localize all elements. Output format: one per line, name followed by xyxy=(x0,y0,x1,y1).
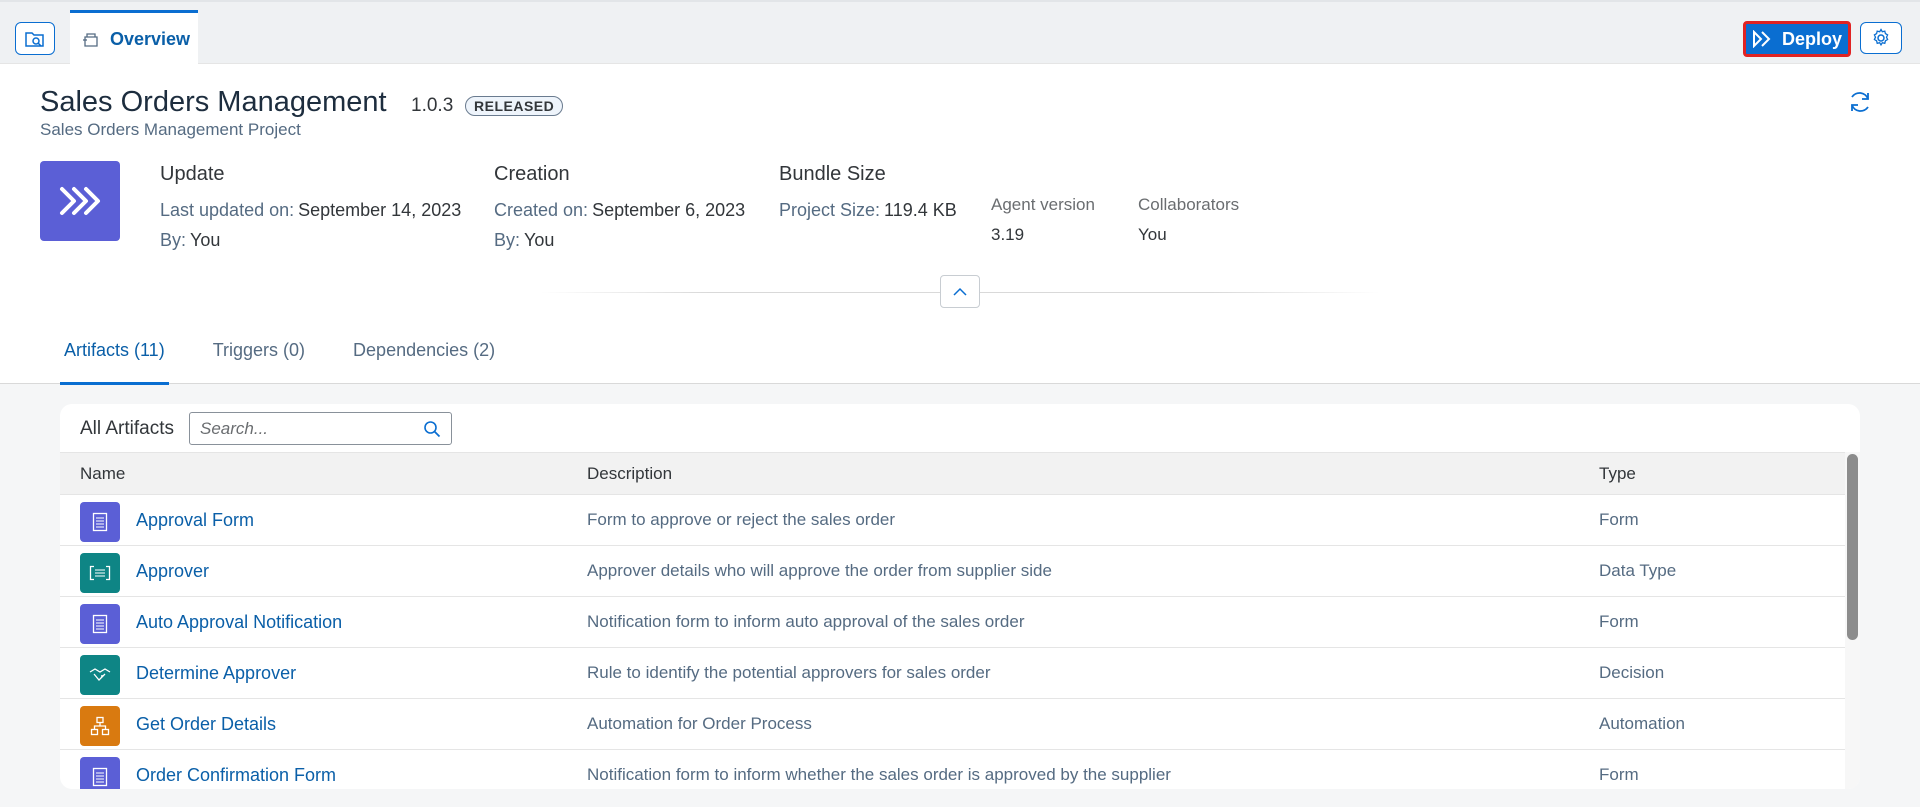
table-row[interactable]: Approval Form Form to approve or reject … xyxy=(60,495,1845,546)
last-updated-value: September 14, 2023 xyxy=(298,200,462,220)
artifact-tabs: Artifacts (11) Triggers (0) Dependencies… xyxy=(60,340,539,385)
tab-dependencies[interactable]: Dependencies (2) xyxy=(349,340,499,384)
collapse-header-button[interactable] xyxy=(940,275,980,308)
artifacts-table-body: Approval Form Form to approve or reject … xyxy=(60,495,1845,789)
artifact-type: Decision xyxy=(1599,663,1665,682)
artifact-name-link[interactable]: Approver xyxy=(136,561,209,582)
deploy-label: Deploy xyxy=(1781,28,1842,49)
page-title: Sales Orders Management xyxy=(40,86,387,118)
project-size-label: Project Size: xyxy=(779,200,881,220)
bundle-size-section: Bundle Size Project Size: 119.4 KB xyxy=(779,163,957,230)
project-header: Sales Orders Management 1.0.3 RELEASED S… xyxy=(0,64,1920,385)
update-heading: Update xyxy=(160,163,225,185)
artifact-name-link[interactable]: Get Order Details xyxy=(136,714,276,735)
tab-triggers[interactable]: Triggers (0) xyxy=(209,340,309,384)
settings-button[interactable] xyxy=(1860,22,1902,54)
created-on-row: Created on: September 6, 2023 xyxy=(494,200,745,221)
table-row[interactable]: Approver Approver details who will appro… xyxy=(60,546,1845,597)
search-input[interactable] xyxy=(200,419,400,439)
artifact-name-link[interactable]: Auto Approval Notification xyxy=(136,612,342,633)
form-icon xyxy=(80,502,120,542)
collaborators-value: You xyxy=(1138,225,1167,244)
artifact-name-link[interactable]: Determine Approver xyxy=(136,663,296,684)
decision-icon xyxy=(80,655,120,695)
form-icon xyxy=(80,604,120,644)
table-header: Name Description Type xyxy=(60,452,1845,495)
last-updated-label: Last updated on: xyxy=(160,200,295,220)
table-row[interactable]: Get Order Details Automation for Order P… xyxy=(60,699,1845,750)
bundle-size-heading: Bundle Size xyxy=(779,163,886,185)
creation-heading: Creation xyxy=(494,163,570,185)
top-tab-bar: Overview Deploy xyxy=(0,0,1920,66)
search-field[interactable] xyxy=(189,412,452,445)
project-logo xyxy=(40,161,120,241)
created-by-value: You xyxy=(524,230,555,250)
artifact-description: Form to approve or reject the sales orde… xyxy=(587,510,896,529)
created-by-row: By: You xyxy=(494,230,745,251)
artifacts-toolbar: All Artifacts xyxy=(60,404,1860,452)
created-by-label: By: xyxy=(494,230,521,250)
project-explorer-button[interactable] xyxy=(15,22,55,55)
tab-overview[interactable]: Overview xyxy=(70,10,198,66)
created-on-label: Created on: xyxy=(494,200,589,220)
deploy-icon xyxy=(1752,30,1771,48)
project-size-row: Project Size: 119.4 KB xyxy=(779,200,957,221)
chevron-up-icon xyxy=(953,287,967,296)
artifact-type: Form xyxy=(1599,765,1639,784)
collaborators-section: Collaborators You xyxy=(1138,195,1239,245)
artifact-description: Notification form to inform auto approva… xyxy=(587,612,1025,631)
status-badge: RELEASED xyxy=(465,96,564,116)
deploy-button[interactable]: Deploy xyxy=(1743,21,1851,57)
tab-overview-label: Overview xyxy=(110,29,191,49)
artifact-description: Rule to identify the potential approvers… xyxy=(587,663,991,682)
agent-version-section: Agent version 3.19 xyxy=(991,195,1095,245)
data-type-icon xyxy=(80,553,120,593)
tab-artifacts[interactable]: Artifacts (11) xyxy=(60,340,169,385)
updated-by-value: You xyxy=(190,230,221,250)
artifacts-title: All Artifacts xyxy=(80,418,174,439)
artifact-type: Form xyxy=(1599,612,1639,631)
page-subtitle: Sales Orders Management Project xyxy=(40,120,301,139)
created-on-value: September 6, 2023 xyxy=(592,200,746,220)
update-section: Update Last updated on: September 14, 202… xyxy=(160,163,461,260)
artifact-description: Notification form to inform whether the … xyxy=(587,765,1171,784)
refresh-icon xyxy=(1851,92,1869,112)
overview-icon xyxy=(83,32,98,47)
table-scrollbar-thumb[interactable] xyxy=(1847,454,1858,640)
artifact-description: Approver details who will approve the or… xyxy=(587,561,1052,580)
version-number: 1.0.3 xyxy=(411,95,454,116)
agent-version-label: Agent version xyxy=(991,195,1095,214)
column-header-description[interactable]: Description xyxy=(587,464,672,484)
last-updated-row: Last updated on: September 14, 2023 xyxy=(160,200,461,221)
table-row[interactable]: Auto Approval Notification Notification … xyxy=(60,597,1845,648)
artifact-type: Form xyxy=(1599,510,1639,529)
collaborators-label: Collaborators xyxy=(1138,195,1240,214)
search-icon[interactable] xyxy=(423,420,441,438)
column-header-name[interactable]: Name xyxy=(80,464,125,484)
updated-by-row: By: You xyxy=(160,230,461,251)
folder-search-icon xyxy=(25,31,44,47)
chevrons-right-icon xyxy=(60,187,100,215)
artifact-name-link[interactable]: Order Confirmation Form xyxy=(136,765,336,786)
gear-icon xyxy=(1873,28,1889,47)
artifact-type: Data Type xyxy=(1599,561,1677,580)
table-row[interactable]: Determine Approver Rule to identify the … xyxy=(60,648,1845,699)
artifact-type: Automation xyxy=(1599,714,1685,733)
artifact-description: Automation for Order Process xyxy=(587,714,812,733)
table-row[interactable]: Order Confirmation Form Notification for… xyxy=(60,750,1845,789)
agent-version-value: 3.19 xyxy=(991,225,1025,244)
form-icon xyxy=(80,757,120,789)
project-size-value: 119.4 KB xyxy=(884,200,957,220)
creation-section: Creation Created on: September 6, 2023 By… xyxy=(494,163,745,260)
automation-icon xyxy=(80,706,120,746)
column-header-type[interactable]: Type xyxy=(1599,464,1636,484)
updated-by-label: By: xyxy=(160,230,187,250)
artifacts-card: All Artifacts Name Description Type Appr… xyxy=(60,404,1860,789)
refresh-button[interactable] xyxy=(1846,88,1874,116)
artifact-name-link[interactable]: Approval Form xyxy=(136,510,254,531)
